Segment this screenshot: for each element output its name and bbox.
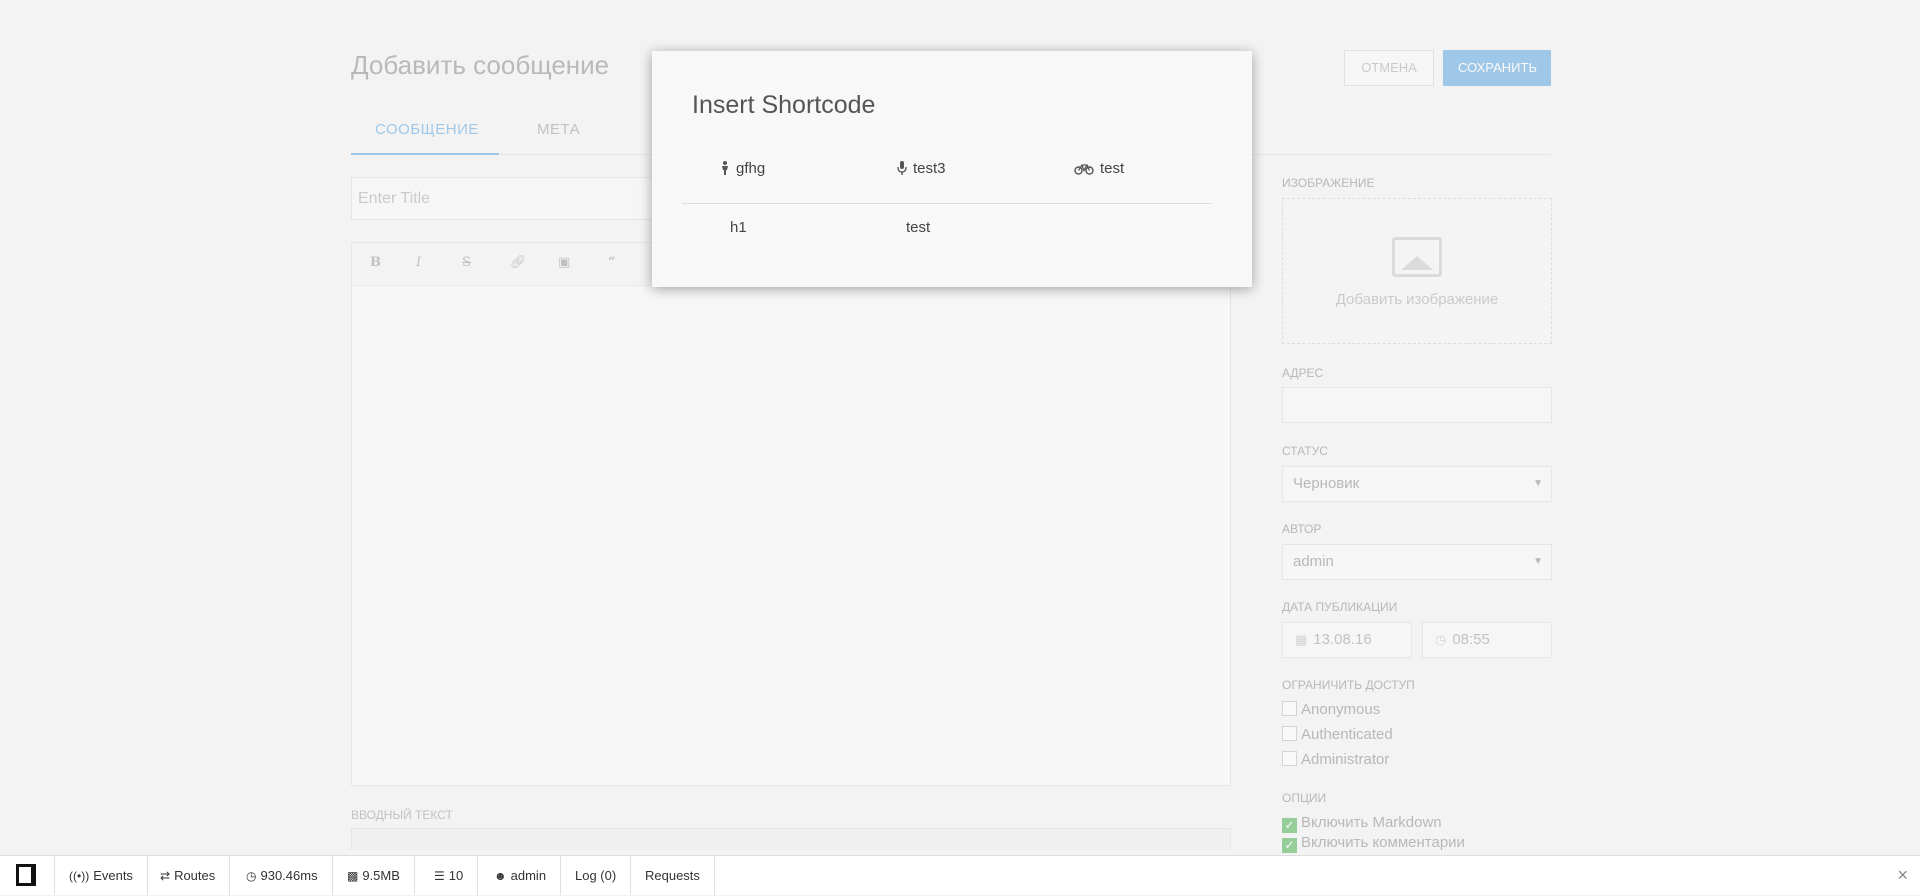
page-title: Добавить сообщение: [351, 50, 610, 80]
italic-icon[interactable]: I: [416, 255, 421, 270]
chevron-down-icon: ▼: [1533, 478, 1543, 489]
author-select[interactable]: admin ▼: [1282, 544, 1552, 580]
debugbar-queries[interactable]: ☰ 10: [420, 856, 479, 895]
debugbar-requests[interactable]: Requests: [631, 856, 715, 895]
checkbox[interactable]: [1282, 751, 1297, 766]
child-icon: [722, 161, 728, 175]
save-button[interactable]: СОХРАНИТЬ: [1443, 50, 1551, 86]
debug-bar: ((•)) Events ⇄ Routes ◷ 930.46ms ▩ 9.5MB ☰ 10…: [0, 855, 1920, 895]
tab-message[interactable]: СООБЩЕНИЕ: [375, 121, 479, 138]
add-image-dropzone[interactable]: Добавить изображение: [1282, 198, 1552, 344]
close-icon[interactable]: ×: [1897, 856, 1908, 895]
debugbar-events[interactable]: ((•)) Events: [55, 856, 148, 895]
shortcode-item[interactable]: test3: [897, 160, 946, 177]
link-icon[interactable]: 🔗︎: [510, 255, 527, 270]
access-administrator-checkbox[interactable]: Administrator: [1282, 751, 1389, 768]
chevron-down-icon: ▼: [1533, 556, 1543, 567]
address-label: АДРЕС: [1282, 366, 1324, 380]
intro-editor-toolbar: [351, 828, 1231, 850]
debugbar-memory[interactable]: ▩ 9.5MB: [333, 856, 415, 895]
options-label: ОПЦИИ: [1282, 791, 1327, 805]
date-label: ДАТА ПУБЛИКАЦИИ: [1282, 600, 1398, 614]
microphone-icon: [897, 161, 907, 175]
time-input[interactable]: ◷ 08:55: [1422, 622, 1552, 658]
access-label: ОГРАНИЧИТЬ ДОСТУП: [1282, 678, 1415, 692]
date-input[interactable]: ▦ 13.08.16: [1282, 622, 1412, 658]
modal-title: Insert Shortcode: [692, 91, 876, 119]
debugbar-time[interactable]: ◷ 930.46ms: [232, 856, 333, 895]
shortcode-item[interactable]: gfhg: [720, 160, 765, 177]
shortcode-item[interactable]: h1: [730, 219, 747, 236]
active-tab-indicator: [351, 153, 499, 155]
shortcode-item[interactable]: test: [906, 219, 930, 236]
shuffle-icon: ⇄: [160, 869, 171, 883]
memory-icon: ▩: [347, 869, 359, 883]
debugbar-logo[interactable]: [0, 856, 55, 895]
strikethrough-icon[interactable]: S: [462, 255, 471, 270]
bicycle-icon: [1074, 164, 1094, 175]
content-editor[interactable]: B I S 🔗︎ ▣ “: [351, 242, 1231, 786]
enable-markdown-checkbox[interactable]: ✓ Включить Markdown: [1282, 814, 1442, 833]
author-value: admin: [1293, 553, 1334, 570]
enable-comments-checkbox[interactable]: ✓ Включить комментарии: [1282, 834, 1465, 853]
address-input[interactable]: [1282, 387, 1552, 423]
logo-icon: [16, 864, 36, 886]
image-placeholder-icon: [1392, 237, 1442, 277]
debugbar-routes[interactable]: ⇄ Routes: [146, 856, 231, 895]
modal-divider: [682, 203, 1212, 204]
user-icon: ☻: [494, 869, 507, 883]
shortcode-item[interactable]: test: [1074, 160, 1124, 177]
add-image-label: Добавить изображение: [1335, 291, 1499, 308]
access-authenticated-checkbox[interactable]: Authenticated: [1282, 726, 1393, 743]
checkbox-checked[interactable]: ✓: [1282, 818, 1297, 833]
cancel-button[interactable]: ОТМЕНА: [1344, 50, 1434, 86]
checkbox[interactable]: [1282, 726, 1297, 741]
quote-icon[interactable]: “: [608, 255, 615, 270]
clock-icon: ◷: [246, 869, 257, 883]
bold-icon[interactable]: B: [370, 255, 381, 270]
status-select[interactable]: Черновик ▼: [1282, 466, 1552, 502]
status-value: Черновик: [1293, 475, 1360, 492]
broadcast-icon: ((•)): [69, 869, 90, 883]
author-label: АВТОР: [1282, 522, 1322, 536]
calendar-icon: ▦: [1295, 632, 1308, 647]
image-label: ИЗОБРАЖЕНИЕ: [1282, 176, 1375, 190]
database-icon: ☰: [434, 869, 445, 883]
time-value: 08:55: [1452, 631, 1490, 648]
clock-icon: ◷: [1435, 632, 1447, 647]
insert-shortcode-modal: Insert Shortcode gfhg test3 test h1 test: [652, 51, 1252, 287]
access-anonymous-checkbox[interactable]: Anonymous: [1282, 701, 1380, 718]
tab-meta[interactable]: МЕТА: [537, 121, 580, 138]
status-label: СТАТУС: [1282, 444, 1328, 458]
checkbox-checked[interactable]: ✓: [1282, 838, 1297, 853]
checkbox[interactable]: [1282, 701, 1297, 716]
intro-label: ВВОДНЫЙ ТЕКСТ: [351, 808, 453, 822]
date-value: 13.08.16: [1313, 631, 1372, 648]
debugbar-log[interactable]: Log (0): [561, 856, 632, 895]
image-icon[interactable]: ▣: [558, 255, 570, 270]
debugbar-user[interactable]: ☻ admin: [480, 856, 562, 895]
